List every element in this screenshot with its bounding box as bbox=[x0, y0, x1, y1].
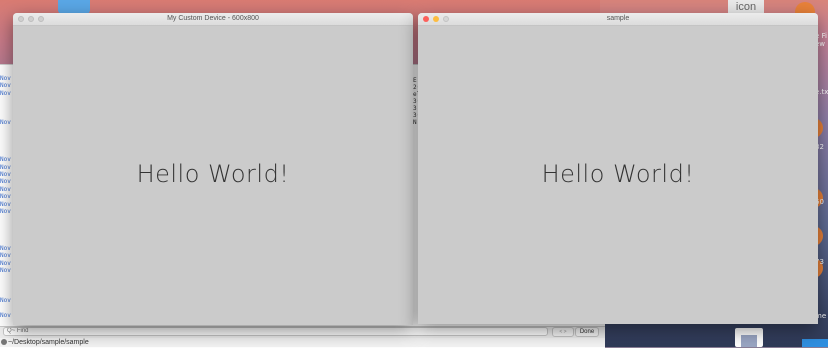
log-row: Nov bbox=[0, 82, 11, 90]
log-row bbox=[0, 282, 14, 289]
log-row: Nov bbox=[0, 89, 11, 97]
log-row bbox=[0, 304, 14, 311]
log-row bbox=[0, 134, 14, 141]
log-row bbox=[0, 127, 14, 134]
window-title: sample bbox=[606, 15, 630, 22]
log-row: Nov bbox=[0, 200, 11, 208]
log-timestamp-column: Nov Nov Nov Nov Nov Nov Nov Nov Nov Nov … bbox=[0, 75, 14, 319]
window-titlebar[interactable]: My Custom Device - 600x800 bbox=[13, 13, 413, 26]
log-row: Nov bbox=[0, 156, 11, 164]
log-row: Nov bbox=[0, 75, 11, 82]
log-row bbox=[0, 112, 14, 119]
window-titlebar[interactable]: sample bbox=[418, 13, 818, 26]
log-row bbox=[0, 230, 14, 237]
log-row bbox=[0, 105, 14, 112]
current-path: ~/Desktop/sample/sample bbox=[8, 339, 89, 346]
document-thumbnail[interactable] bbox=[735, 328, 763, 347]
log-row bbox=[0, 142, 14, 149]
path-bar bbox=[0, 338, 605, 347]
log-row: Nov bbox=[0, 178, 11, 186]
find-prev-next-button[interactable]: < > bbox=[552, 327, 574, 337]
log-row: Nov bbox=[0, 296, 11, 304]
desktop-file-label[interactable]: icon bbox=[728, 0, 764, 14]
log-row bbox=[0, 289, 14, 296]
log-row: Nov bbox=[0, 244, 11, 252]
log-row: Nov bbox=[0, 252, 11, 260]
log-row bbox=[0, 275, 14, 282]
desktop-folder-icon[interactable] bbox=[802, 339, 828, 347]
log-row: Nov bbox=[0, 311, 11, 319]
find-done-button[interactable]: Done bbox=[575, 327, 599, 337]
window-title: My Custom Device - 600x800 bbox=[167, 15, 259, 22]
hello-world-text: Hello World! bbox=[541, 160, 695, 188]
log-row bbox=[0, 215, 14, 222]
sample-window: sample Hello World! bbox=[418, 13, 818, 324]
log-row bbox=[0, 223, 14, 230]
log-row: Nov bbox=[0, 193, 11, 201]
log-row: Nov bbox=[0, 163, 11, 171]
hello-world-text: Hello World! bbox=[136, 160, 290, 188]
log-row bbox=[0, 238, 14, 245]
log-row: Nov bbox=[0, 267, 11, 275]
terminal-icon bbox=[1, 339, 7, 345]
log-row: Nov bbox=[0, 185, 11, 193]
log-row: Nov bbox=[0, 171, 11, 179]
log-row: Nov bbox=[0, 259, 11, 267]
custom-device-window: My Custom Device - 600x800 Hello World! bbox=[13, 13, 413, 325]
log-row bbox=[0, 149, 14, 156]
log-row bbox=[0, 97, 14, 104]
find-input[interactable] bbox=[3, 327, 548, 336]
log-row: Nov bbox=[0, 119, 11, 127]
log-row: Nov bbox=[0, 208, 11, 216]
folder-icon[interactable] bbox=[58, 0, 90, 14]
